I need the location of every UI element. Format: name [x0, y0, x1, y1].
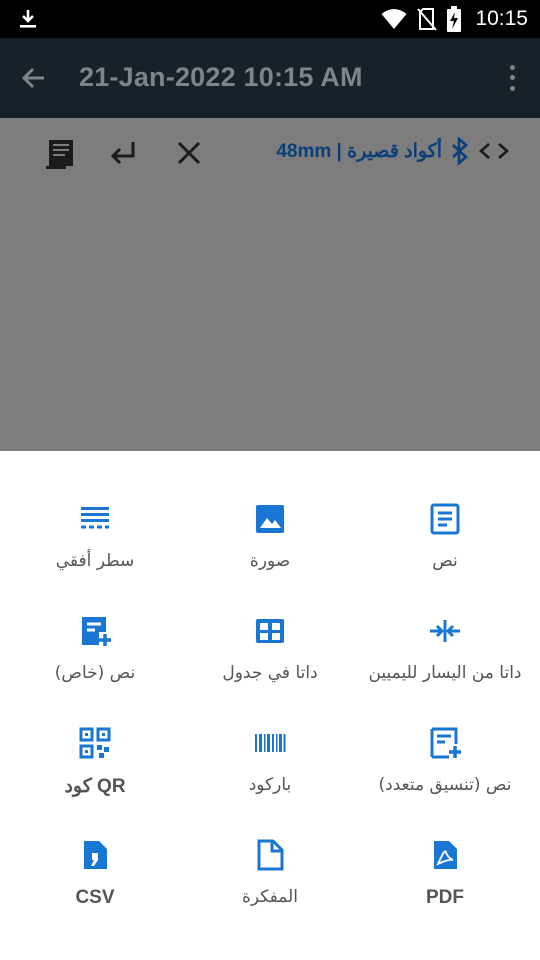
item-barcode[interactable]: باركود — [180, 727, 360, 827]
special-text-icon — [82, 617, 111, 646]
download-icon — [20, 10, 36, 28]
item-qr-code[interactable]: كود QR — [5, 727, 185, 827]
notepad-icon — [257, 839, 284, 871]
status-time: 10:15 — [475, 7, 528, 30]
qr-code-icon — [79, 727, 111, 759]
return-icon[interactable] — [106, 136, 140, 170]
battery-charging-icon — [447, 6, 462, 32]
page-title: 21-Jan-2022 10:15 AM — [79, 62, 363, 92]
bottom-sheet: سطر أفقي صورة نص نص (خاص) داتا في جدول د… — [0, 451, 540, 960]
printer-label: أكواد قصيرة | 48mm — [276, 140, 442, 162]
item-text[interactable]: نص — [355, 503, 535, 603]
item-label: المفكرة — [241, 887, 298, 907]
item-label: داتا في جدول — [222, 663, 318, 683]
pdf-icon — [434, 841, 457, 869]
code-icon[interactable] — [478, 137, 510, 165]
arrow-back-icon[interactable] — [18, 62, 50, 94]
multi-format-text-icon — [430, 727, 461, 759]
item-label: CSV — [75, 887, 115, 908]
csv-icon — [84, 841, 107, 869]
bluetooth-icon — [452, 137, 468, 165]
item-label: داتا من اليسار لليميين — [368, 663, 522, 683]
close-icon[interactable] — [172, 136, 206, 170]
item-multi-format-text[interactable]: نص (تنسيق متعدد) — [355, 727, 535, 827]
app-bar: 21-Jan-2022 10:15 AM — [0, 38, 540, 118]
item-label: باركود — [248, 775, 292, 795]
image-icon — [256, 505, 284, 533]
table-icon — [256, 619, 284, 643]
status-bar: 10:15 — [0, 0, 540, 38]
item-label: سطر أفقي — [55, 551, 135, 571]
item-table[interactable]: داتا في جدول — [180, 615, 360, 715]
item-label: نص — [432, 551, 458, 571]
item-notepad[interactable]: المفكرة — [180, 839, 360, 939]
item-label: نص (تنسيق متعدد) — [378, 775, 512, 795]
horizontal-line-icon — [81, 507, 109, 529]
menu-dot — [509, 75, 515, 81]
item-pdf[interactable]: PDF — [355, 839, 535, 939]
item-label: نص (خاص) — [54, 663, 136, 683]
item-horizontal-line[interactable]: سطر أفقي — [5, 503, 185, 603]
item-label: كود QR — [64, 776, 126, 797]
item-label: صورة — [249, 551, 291, 571]
item-label: PDF — [426, 887, 464, 908]
left-right-data-icon — [430, 620, 460, 642]
item-special-text[interactable]: نص (خاص) — [5, 615, 185, 715]
no-sim-icon — [417, 8, 438, 31]
item-image[interactable]: صورة — [180, 503, 360, 603]
barcode-icon — [255, 734, 286, 752]
menu-dot — [509, 86, 515, 92]
more-vert-icon[interactable] — [506, 62, 518, 94]
scrim-content[interactable]: أكواد قصيرة | 48mm — [0, 118, 540, 451]
receipt-roll-icon[interactable] — [44, 136, 78, 170]
item-csv[interactable]: CSV — [5, 839, 185, 939]
text-icon — [430, 503, 460, 535]
printer-info[interactable]: أكواد قصيرة | 48mm — [276, 136, 510, 166]
wifi-icon — [381, 9, 407, 29]
menu-dot — [509, 64, 515, 70]
item-left-right-data[interactable]: داتا من اليسار لليميين — [355, 615, 535, 715]
